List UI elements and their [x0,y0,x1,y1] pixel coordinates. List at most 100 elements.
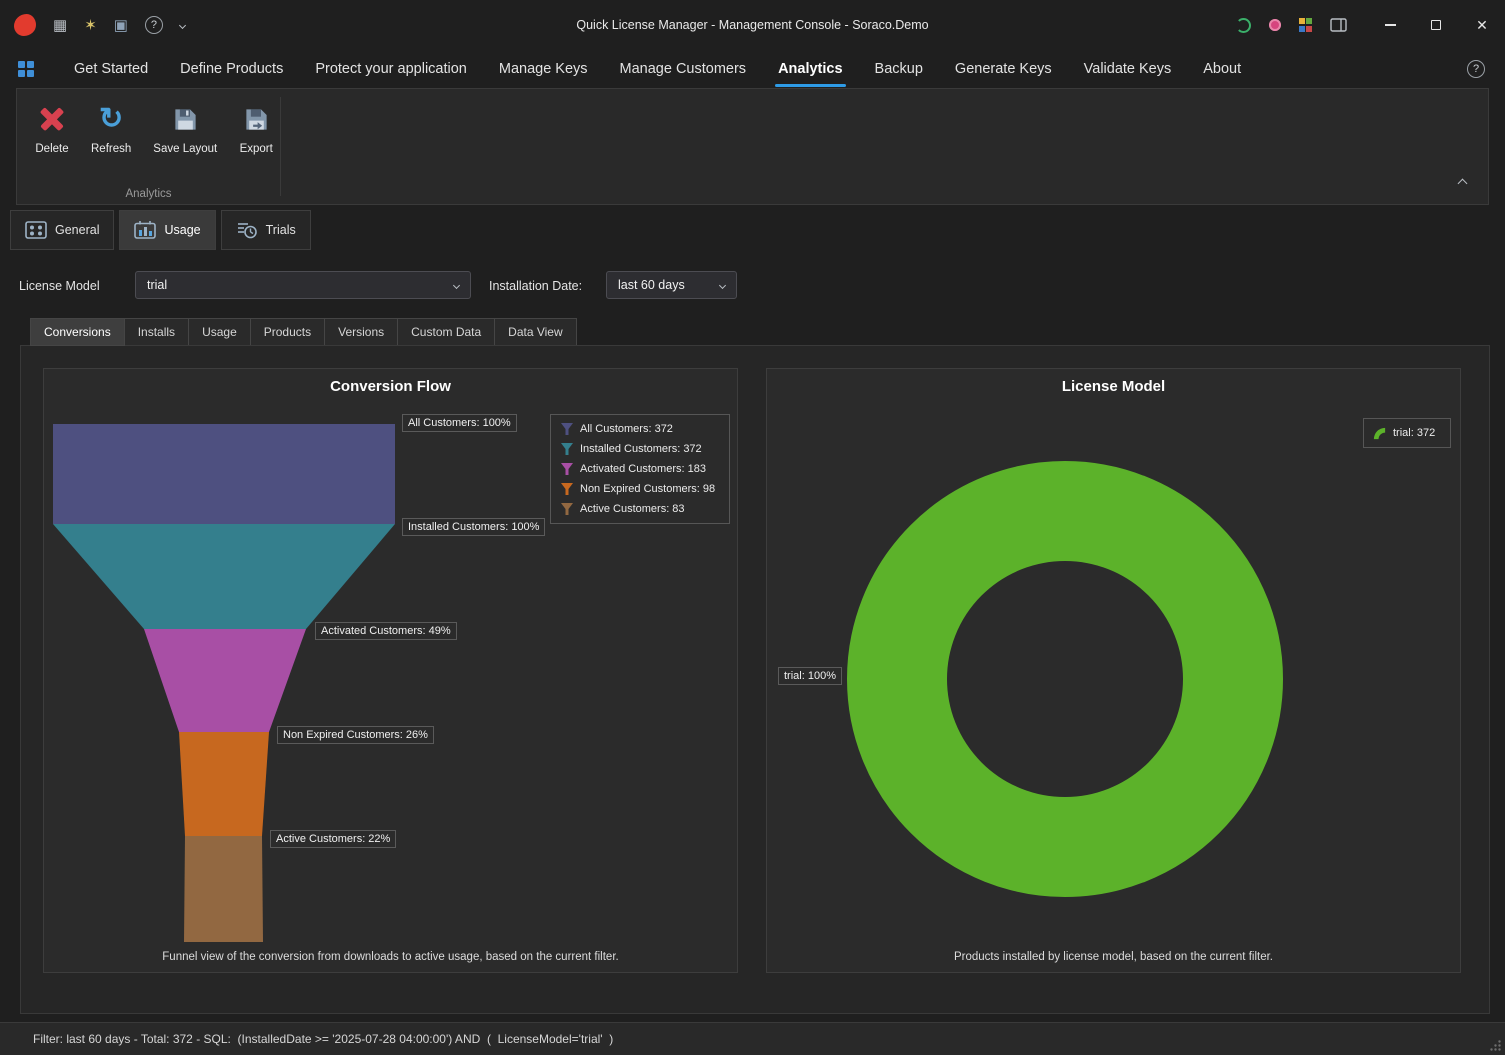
funnel-point-label: Non Expired Customers: 26% [277,726,434,744]
minimize-button[interactable] [1367,0,1413,50]
license-model-value: trial [147,278,167,292]
donut-legend: trial: 372 [1363,418,1451,448]
usage-icon [134,221,156,239]
funnel-legend: All Customers: 372 Installed Customers: … [550,414,730,524]
legend-item: Active Customers: 83 [560,502,720,516]
donut-chart-caption: Products installed by license model, bas… [767,951,1460,963]
ribbon-tab-analytics[interactable]: Analytics [762,50,858,87]
delete-icon [39,106,65,132]
ribbon-tab-backup[interactable]: Backup [859,50,939,87]
funnel-point-label: Active Customers: 22% [270,830,396,848]
donut-swatch-icon [1372,426,1387,441]
tab-general-label: General [55,223,99,237]
qat-help-icon[interactable]: ? [145,16,163,34]
delete-button[interactable]: Delete [27,95,77,191]
license-model-panel: License Model trial: 100% trial: 372 Pro… [766,368,1461,973]
donut-slice-trial [897,511,1233,847]
delete-label: Delete [35,143,68,155]
funnel-segment-non-expired-customers [179,732,269,836]
refresh-icon: ↻ [99,105,123,134]
ribbon-group-label: Analytics [17,188,280,200]
refresh-label: Refresh [91,143,131,155]
funnel-segment-active-customers [184,836,263,942]
legend-item-label: All Customers: 372 [580,423,673,435]
titlebar: ▦ ✶ ▣ ? Quick License Manager - Manageme… [0,0,1505,50]
installation-date-value: last 60 days [618,278,685,292]
qat-customize-chevron-icon[interactable] [179,21,186,28]
ribbon-tab-protect-your-application[interactable]: Protect your application [299,50,483,87]
legend-item: Installed Customers: 372 [560,442,720,456]
general-icon [25,221,47,239]
sync-status-icon[interactable] [1236,18,1251,33]
dropdown-chevron-icon [719,281,726,288]
resize-grip[interactable] [1489,1039,1502,1052]
status-filter-text: Filter: last 60 days - Total: 372 - SQL:… [33,1032,613,1046]
funnel-chart-caption: Funnel view of the conversion from downl… [44,951,737,963]
subtab-versions[interactable]: Versions [324,318,398,346]
subtab-usage[interactable]: Usage [188,318,251,346]
save-layout-label: Save Layout [153,143,217,155]
donut-chart [767,369,1462,974]
qat-wand-icon[interactable]: ✶ [84,18,97,33]
record-dot-icon[interactable] [1269,19,1281,31]
legend-item-label: Installed Customers: 372 [580,443,702,455]
conversion-flow-panel: Conversion Flow All Customers: 100% Inst… [43,368,738,973]
apps-grid-icon[interactable] [18,61,34,77]
qat-grid-icon[interactable]: ▦ [53,18,67,33]
ribbon-tab-get-started[interactable]: Get Started [58,50,164,87]
license-model-label: License Model [19,279,100,293]
funnel-swatch-icon [560,502,574,516]
ribbon-tab-manage-customers[interactable]: Manage Customers [604,50,763,87]
app-window: ▦ ✶ ▣ ? Quick License Manager - Manageme… [0,0,1505,1055]
app-logo-icon[interactable] [14,14,36,36]
legend-item-label: trial: 372 [1393,427,1435,439]
subtab-installs[interactable]: Installs [124,318,189,346]
maximize-button[interactable] [1413,0,1459,50]
license-model-dropdown[interactable]: trial [135,271,471,299]
ribbon-tab-validate-keys[interactable]: Validate Keys [1068,50,1188,87]
addin-color-icon[interactable] [1299,18,1313,32]
window-title: Quick License Manager - Management Conso… [576,18,928,32]
ribbon-tab-define-products[interactable]: Define Products [164,50,299,87]
subtab-products[interactable]: Products [250,318,325,346]
view-tab-bar: General Usage Trials [10,210,311,250]
legend-item: Activated Customers: 183 [560,462,720,476]
donut-point-label: trial: 100% [778,667,842,685]
legend-item-label: Active Customers: 83 [580,503,685,515]
layout-icon[interactable] [1330,18,1347,32]
ribbon-tab-bar: Get Started Define Products Protect your… [0,50,1505,87]
dropdown-chevron-icon [453,281,460,288]
qat-capture-icon[interactable]: ▣ [114,18,128,33]
save-layout-button[interactable]: Save Layout [145,95,225,191]
export-icon [243,106,270,133]
close-button[interactable]: ✕ [1459,0,1505,50]
subtab-data-view[interactable]: Data View [494,318,576,346]
ribbon-tab-manage-keys[interactable]: Manage Keys [483,50,604,87]
tab-general[interactable]: General [10,210,114,250]
refresh-button[interactable]: ↻ Refresh [83,95,139,191]
tab-trials[interactable]: Trials [221,210,311,250]
tab-usage-label: Usage [164,223,200,237]
trials-icon [236,221,258,239]
status-bar: Filter: last 60 days - Total: 372 - SQL:… [0,1022,1505,1055]
funnel-segment-activated-customers [144,629,306,732]
ribbon-group-separator [280,97,281,196]
export-button[interactable]: Export [231,95,281,191]
legend-item: Non Expired Customers: 98 [560,482,720,496]
installation-date-label: Installation Date: [489,279,582,293]
funnel-point-label: Activated Customers: 49% [315,622,457,640]
ribbon-collapse-chevron-icon[interactable] [1459,174,1466,192]
funnel-segment-all-customers [53,424,395,524]
help-icon[interactable]: ? [1467,60,1485,78]
save-layout-icon [172,106,199,133]
subtab-conversions[interactable]: Conversions [30,318,125,346]
installation-date-dropdown[interactable]: last 60 days [606,271,737,299]
tab-trials-label: Trials [266,223,296,237]
legend-item: All Customers: 372 [560,422,720,436]
legend-item-label: Activated Customers: 183 [580,463,706,475]
subtab-custom-data[interactable]: Custom Data [397,318,495,346]
ribbon-tab-about[interactable]: About [1187,50,1257,87]
tab-usage[interactable]: Usage [119,210,215,250]
ribbon-tab-generate-keys[interactable]: Generate Keys [939,50,1068,87]
funnel-swatch-icon [560,442,574,456]
